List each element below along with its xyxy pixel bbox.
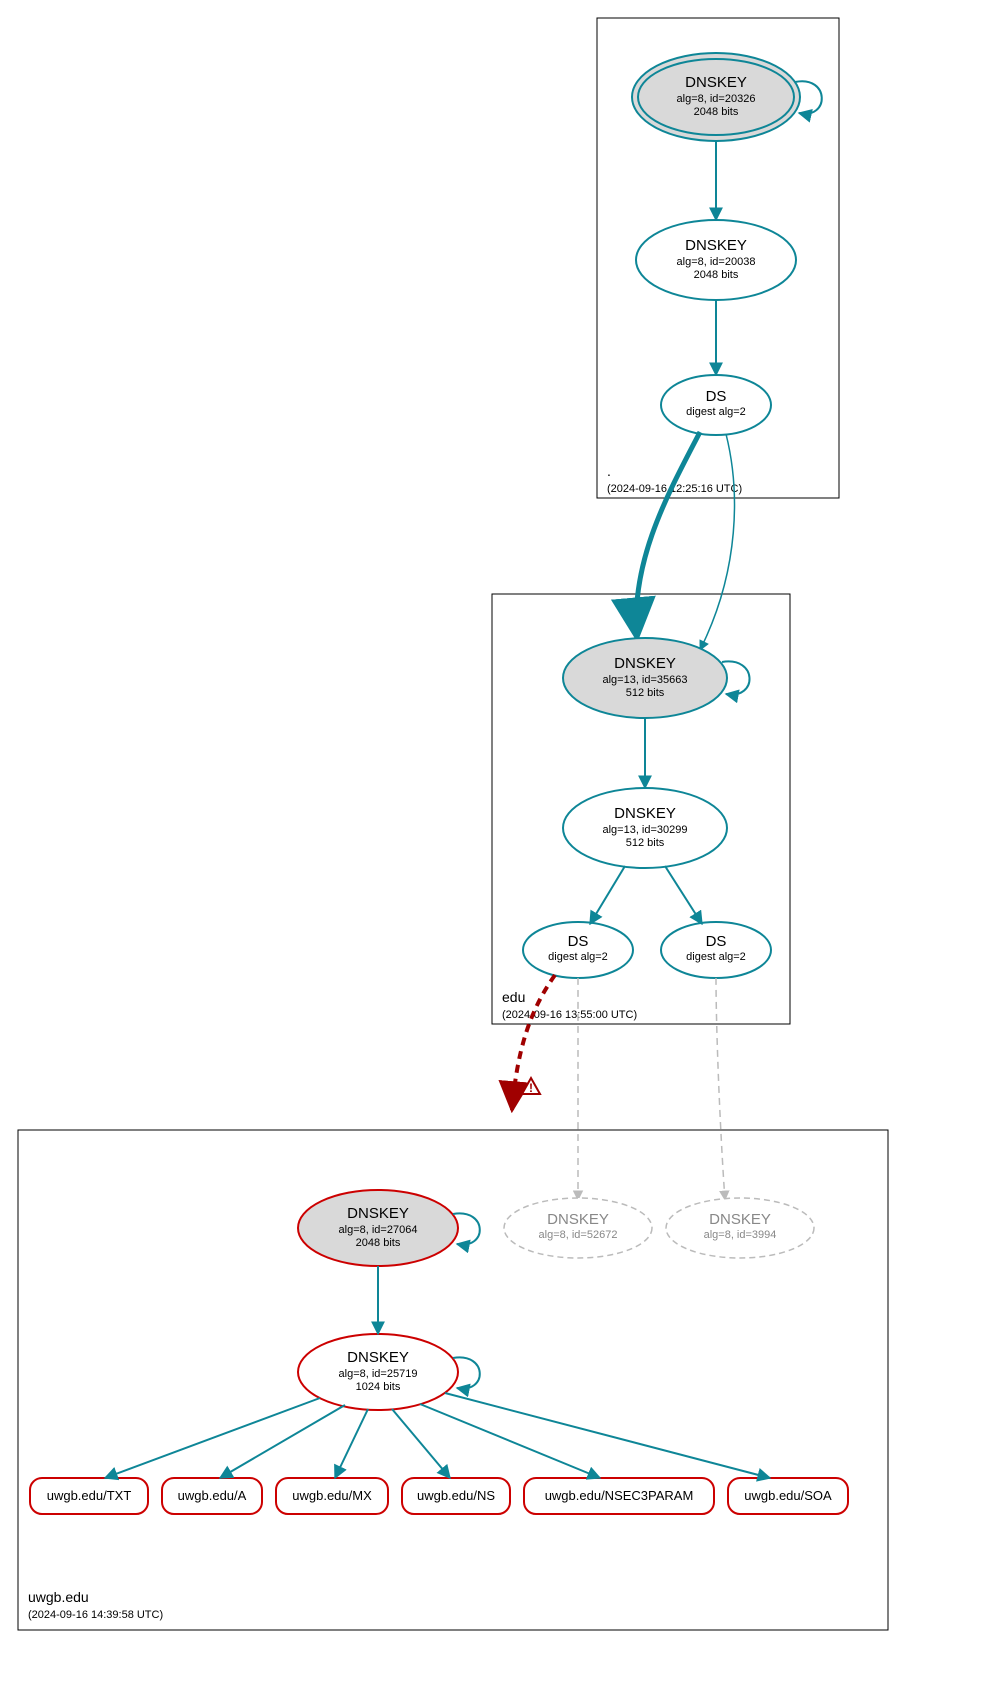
svg-text:2048 bits: 2048 bits <box>694 106 739 118</box>
node-edu-zsk: DNSKEY alg=13, id=30299 512 bits <box>563 788 727 868</box>
svg-text:uwgb.edu/A: uwgb.edu/A <box>178 1488 247 1503</box>
node-uwgb-ghost1: DNSKEY alg=8, id=52672 <box>504 1198 652 1258</box>
svg-text:uwgb.edu/SOA: uwgb.edu/SOA <box>744 1488 832 1503</box>
svg-text:alg=8, id=20326: alg=8, id=20326 <box>677 93 756 105</box>
svg-text:uwgb.edu/MX: uwgb.edu/MX <box>292 1488 372 1503</box>
svg-text:DNSKEY: DNSKEY <box>709 1211 771 1228</box>
svg-text:DNSKEY: DNSKEY <box>547 1211 609 1228</box>
node-edu-ksk: DNSKEY alg=13, id=35663 512 bits <box>563 638 727 718</box>
zone-uwgb-label: uwgb.edu <box>28 1589 89 1605</box>
node-uwgb-ksk: DNSKEY alg=8, id=27064 2048 bits <box>298 1190 458 1266</box>
svg-text:alg=8, id=52672: alg=8, id=52672 <box>539 1229 618 1241</box>
node-uwgb-ghost2: DNSKEY alg=8, id=3994 <box>666 1198 814 1258</box>
svg-text:DNSKEY: DNSKEY <box>685 237 747 254</box>
svg-text:DNSKEY: DNSKEY <box>614 655 676 672</box>
svg-text:1024 bits: 1024 bits <box>356 1381 401 1393</box>
svg-text:2048 bits: 2048 bits <box>694 269 739 281</box>
svg-text:DNSKEY: DNSKEY <box>614 805 676 822</box>
svg-text:alg=8, id=25719: alg=8, id=25719 <box>339 1368 418 1380</box>
svg-text:uwgb.edu/NSEC3PARAM: uwgb.edu/NSEC3PARAM <box>545 1488 694 1503</box>
svg-text:DS: DS <box>568 933 589 950</box>
svg-text:alg=8, id=3994: alg=8, id=3994 <box>704 1229 777 1241</box>
svg-text:DNSKEY: DNSKEY <box>685 74 747 91</box>
zone-uwgb-timestamp: (2024-09-16 14:39:58 UTC) <box>28 1609 163 1621</box>
record-mx: uwgb.edu/MX <box>276 1478 388 1514</box>
svg-text:uwgb.edu/NS: uwgb.edu/NS <box>417 1488 495 1503</box>
record-ns: uwgb.edu/NS <box>402 1478 510 1514</box>
svg-text:512 bits: 512 bits <box>626 687 665 699</box>
warning-icon: ! <box>522 1078 540 1095</box>
zone-root-label: . <box>607 463 611 479</box>
zone-edu-label: edu <box>502 989 525 1005</box>
svg-text:DS: DS <box>706 933 727 950</box>
svg-text:uwgb.edu/TXT: uwgb.edu/TXT <box>47 1488 132 1503</box>
record-a: uwgb.edu/A <box>162 1478 262 1514</box>
svg-text:DNSKEY: DNSKEY <box>347 1205 409 1222</box>
svg-text:alg=8, id=27064: alg=8, id=27064 <box>339 1224 418 1236</box>
svg-text:DNSKEY: DNSKEY <box>347 1349 409 1366</box>
svg-text:DS: DS <box>706 388 727 405</box>
node-root-zsk: DNSKEY alg=8, id=20038 2048 bits <box>636 220 796 300</box>
node-root-ds: DS digest alg=2 <box>661 375 771 435</box>
record-soa: uwgb.edu/SOA <box>728 1478 848 1514</box>
zone-edu-timestamp: (2024-09-16 13:55:00 UTC) <box>502 1009 637 1021</box>
svg-text:alg=8, id=20038: alg=8, id=20038 <box>677 256 756 268</box>
node-root-ksk: DNSKEY alg=8, id=20326 2048 bits <box>632 53 800 141</box>
svg-text:digest alg=2: digest alg=2 <box>686 951 746 963</box>
record-nsec3param: uwgb.edu/NSEC3PARAM <box>524 1478 714 1514</box>
svg-text:512 bits: 512 bits <box>626 837 665 849</box>
svg-text:digest alg=2: digest alg=2 <box>548 951 608 963</box>
node-edu-ds2: DS digest alg=2 <box>661 922 771 978</box>
svg-text:alg=13, id=30299: alg=13, id=30299 <box>602 824 687 836</box>
node-edu-ds1: DS digest alg=2 <box>523 922 633 978</box>
svg-text:2048 bits: 2048 bits <box>356 1237 401 1249</box>
record-txt: uwgb.edu/TXT <box>30 1478 148 1514</box>
svg-text:digest alg=2: digest alg=2 <box>686 406 746 418</box>
node-uwgb-zsk: DNSKEY alg=8, id=25719 1024 bits <box>298 1334 458 1410</box>
svg-text:alg=13, id=35663: alg=13, id=35663 <box>602 674 687 686</box>
svg-text:!: ! <box>529 1081 533 1095</box>
